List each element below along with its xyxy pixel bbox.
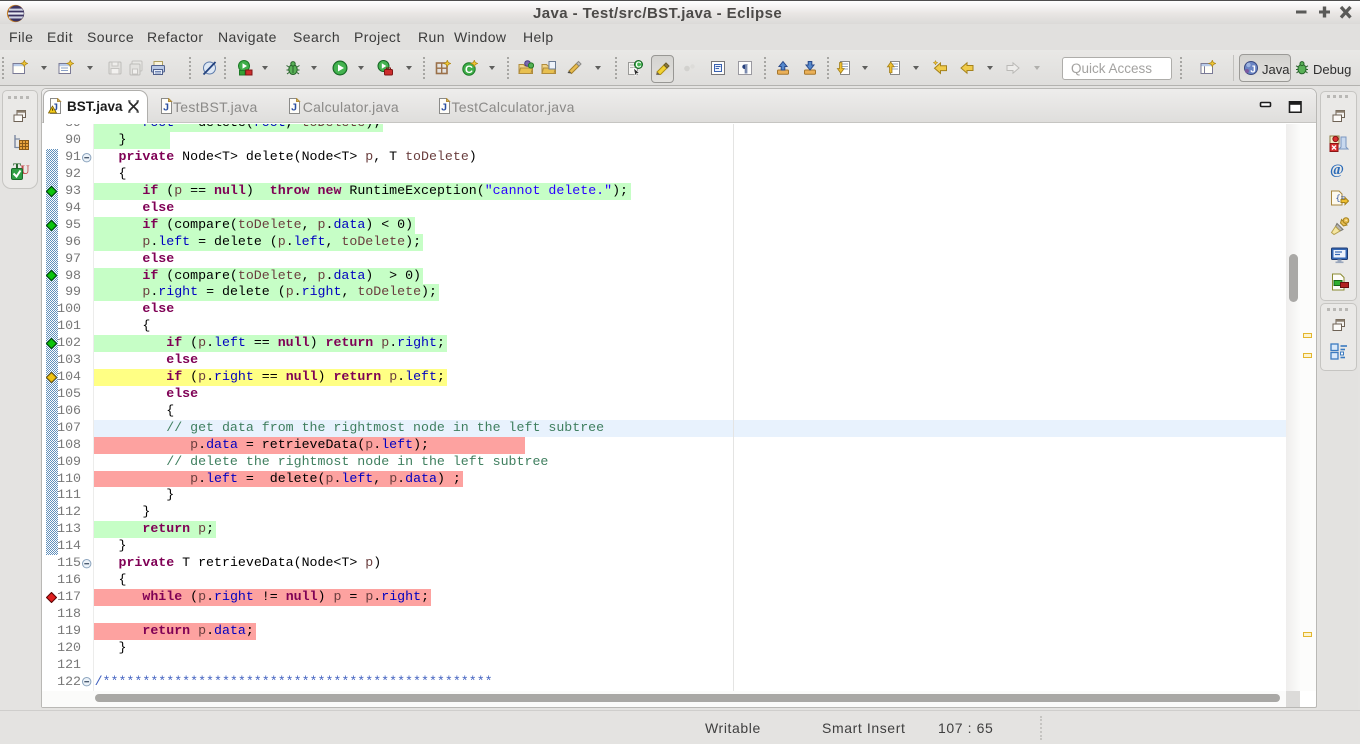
svg-text:¶: ¶ <box>742 61 748 75</box>
svg-text:J: J <box>291 102 297 114</box>
svg-text:J: J <box>1250 65 1256 76</box>
svg-text:C: C <box>465 64 473 76</box>
svg-text:C: C <box>636 61 642 70</box>
svg-text:J: J <box>441 102 447 114</box>
svg-text:J: J <box>163 102 169 114</box>
